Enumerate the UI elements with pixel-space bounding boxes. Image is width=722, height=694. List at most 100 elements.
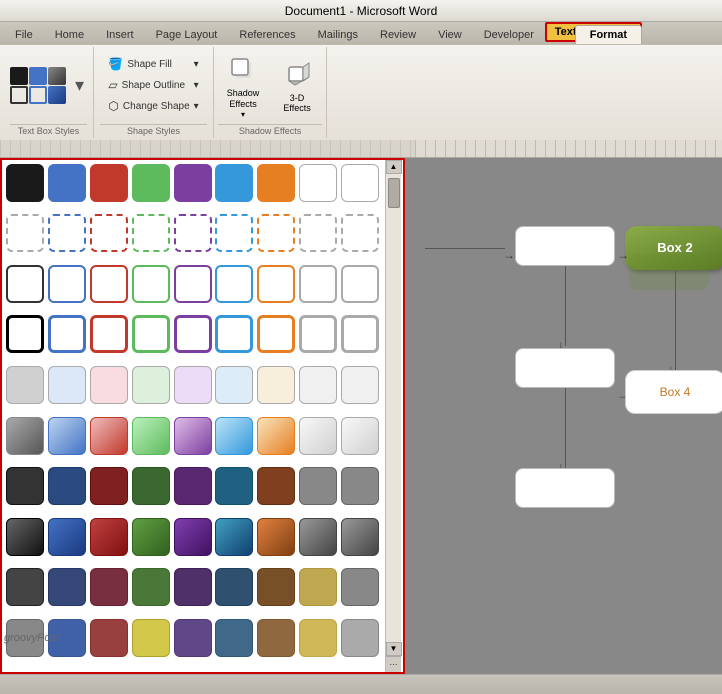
gallery-item[interactable] bbox=[174, 315, 212, 353]
gallery-item[interactable] bbox=[215, 619, 253, 657]
gallery-item[interactable] bbox=[6, 518, 44, 556]
gallery-item[interactable] bbox=[6, 366, 44, 404]
gallery-item[interactable] bbox=[132, 366, 170, 404]
gallery-item[interactable] bbox=[174, 417, 212, 455]
change-shape-dropdown[interactable]: ▾ bbox=[194, 101, 199, 112]
change-shape-btn[interactable]: ⬡ Change Shape ▾ bbox=[103, 96, 203, 116]
gallery-item[interactable] bbox=[257, 164, 295, 202]
gallery-item[interactable] bbox=[299, 315, 337, 353]
gallery-item[interactable] bbox=[48, 568, 86, 606]
gallery-item[interactable] bbox=[257, 417, 295, 455]
gallery-item[interactable] bbox=[6, 467, 44, 505]
shadow-effects-dropdown-arrow[interactable]: ▾ bbox=[241, 110, 245, 119]
flow-box-5[interactable] bbox=[515, 468, 615, 508]
gallery-item[interactable] bbox=[90, 568, 128, 606]
gallery-item[interactable] bbox=[174, 265, 212, 303]
flow-box-4[interactable]: Box 4 bbox=[625, 370, 722, 414]
tab-references[interactable]: References bbox=[228, 24, 306, 44]
gallery-item[interactable] bbox=[132, 164, 170, 202]
gallery-item[interactable] bbox=[90, 366, 128, 404]
3d-effects-btn[interactable]: 3-DEffects bbox=[272, 54, 322, 118]
gallery-item[interactable] bbox=[48, 467, 86, 505]
gallery-item[interactable] bbox=[90, 214, 128, 252]
gallery-item[interactable] bbox=[90, 467, 128, 505]
gallery-item[interactable] bbox=[341, 619, 379, 657]
gallery-item[interactable] bbox=[90, 417, 128, 455]
scrollbar-more[interactable]: ··· bbox=[386, 656, 401, 672]
gallery-item[interactable] bbox=[215, 315, 253, 353]
gallery-expand-btn[interactable]: ▾ bbox=[72, 74, 87, 97]
scrollbar-thumb[interactable] bbox=[388, 178, 400, 208]
tab-page-layout[interactable]: Page Layout bbox=[145, 24, 229, 44]
gallery-item[interactable] bbox=[341, 417, 379, 455]
style-preview-3[interactable] bbox=[48, 67, 66, 85]
shape-fill-dropdown[interactable]: ▾ bbox=[194, 59, 199, 70]
gallery-item[interactable] bbox=[341, 265, 379, 303]
gallery-item[interactable] bbox=[341, 518, 379, 556]
gallery-item[interactable] bbox=[132, 619, 170, 657]
gallery-item[interactable] bbox=[174, 619, 212, 657]
gallery-item[interactable] bbox=[215, 265, 253, 303]
gallery-item[interactable] bbox=[215, 164, 253, 202]
gallery-item[interactable] bbox=[6, 568, 44, 606]
gallery-item[interactable] bbox=[299, 265, 337, 303]
gallery-item[interactable] bbox=[299, 467, 337, 505]
style-preview-4[interactable] bbox=[10, 86, 28, 104]
gallery-item[interactable] bbox=[174, 366, 212, 404]
gallery-item[interactable] bbox=[48, 366, 86, 404]
gallery-item[interactable] bbox=[6, 214, 44, 252]
gallery-item[interactable] bbox=[257, 619, 295, 657]
gallery-item[interactable] bbox=[215, 417, 253, 455]
gallery-item[interactable] bbox=[257, 568, 295, 606]
gallery-item[interactable] bbox=[6, 265, 44, 303]
tab-insert[interactable]: Insert bbox=[95, 24, 145, 44]
gallery-item[interactable] bbox=[257, 214, 295, 252]
gallery-item[interactable] bbox=[6, 164, 44, 202]
style-preview-5[interactable] bbox=[29, 86, 47, 104]
gallery-item[interactable] bbox=[341, 315, 379, 353]
shape-fill-btn[interactable]: 🪣 Shape Fill ▾ bbox=[103, 54, 203, 74]
gallery-item[interactable] bbox=[174, 164, 212, 202]
gallery-item[interactable] bbox=[90, 619, 128, 657]
style-preview-1[interactable] bbox=[10, 67, 28, 85]
tab-home[interactable]: Home bbox=[44, 24, 95, 44]
gallery-item[interactable] bbox=[299, 568, 337, 606]
gallery-item[interactable] bbox=[299, 214, 337, 252]
gallery-item[interactable] bbox=[132, 568, 170, 606]
gallery-item[interactable] bbox=[48, 164, 86, 202]
gallery-item[interactable] bbox=[341, 568, 379, 606]
gallery-item[interactable] bbox=[48, 315, 86, 353]
tab-file[interactable]: File bbox=[4, 24, 44, 44]
gallery-item[interactable] bbox=[299, 164, 337, 202]
gallery-item[interactable] bbox=[48, 417, 86, 455]
gallery-item[interactable] bbox=[174, 467, 212, 505]
gallery-item[interactable] bbox=[299, 518, 337, 556]
gallery-item[interactable] bbox=[257, 467, 295, 505]
gallery-item[interactable] bbox=[341, 467, 379, 505]
gallery-item[interactable] bbox=[299, 366, 337, 404]
gallery-item[interactable] bbox=[215, 467, 253, 505]
shape-outline-btn[interactable]: ▱ Shape Outline ▾ bbox=[103, 75, 203, 95]
gallery-item[interactable] bbox=[132, 265, 170, 303]
gallery-item[interactable] bbox=[174, 518, 212, 556]
tab-review[interactable]: Review bbox=[369, 24, 427, 44]
flow-box-3[interactable] bbox=[515, 348, 615, 388]
style-preview-6[interactable] bbox=[48, 86, 66, 104]
gallery-item[interactable] bbox=[174, 214, 212, 252]
gallery-item[interactable] bbox=[299, 417, 337, 455]
gallery-item[interactable] bbox=[6, 417, 44, 455]
tab-mailings[interactable]: Mailings bbox=[307, 24, 369, 44]
gallery-item[interactable] bbox=[215, 366, 253, 404]
gallery-item[interactable] bbox=[299, 619, 337, 657]
gallery-item[interactable] bbox=[90, 265, 128, 303]
gallery-item[interactable] bbox=[132, 467, 170, 505]
gallery-item[interactable] bbox=[174, 568, 212, 606]
gallery-item[interactable] bbox=[257, 315, 295, 353]
gallery-item[interactable] bbox=[48, 518, 86, 556]
gallery-item[interactable] bbox=[6, 315, 44, 353]
gallery-item[interactable] bbox=[48, 214, 86, 252]
gallery-item[interactable] bbox=[132, 518, 170, 556]
gallery-item[interactable] bbox=[48, 265, 86, 303]
gallery-item[interactable] bbox=[257, 265, 295, 303]
format-tab[interactable]: Format bbox=[575, 25, 642, 44]
